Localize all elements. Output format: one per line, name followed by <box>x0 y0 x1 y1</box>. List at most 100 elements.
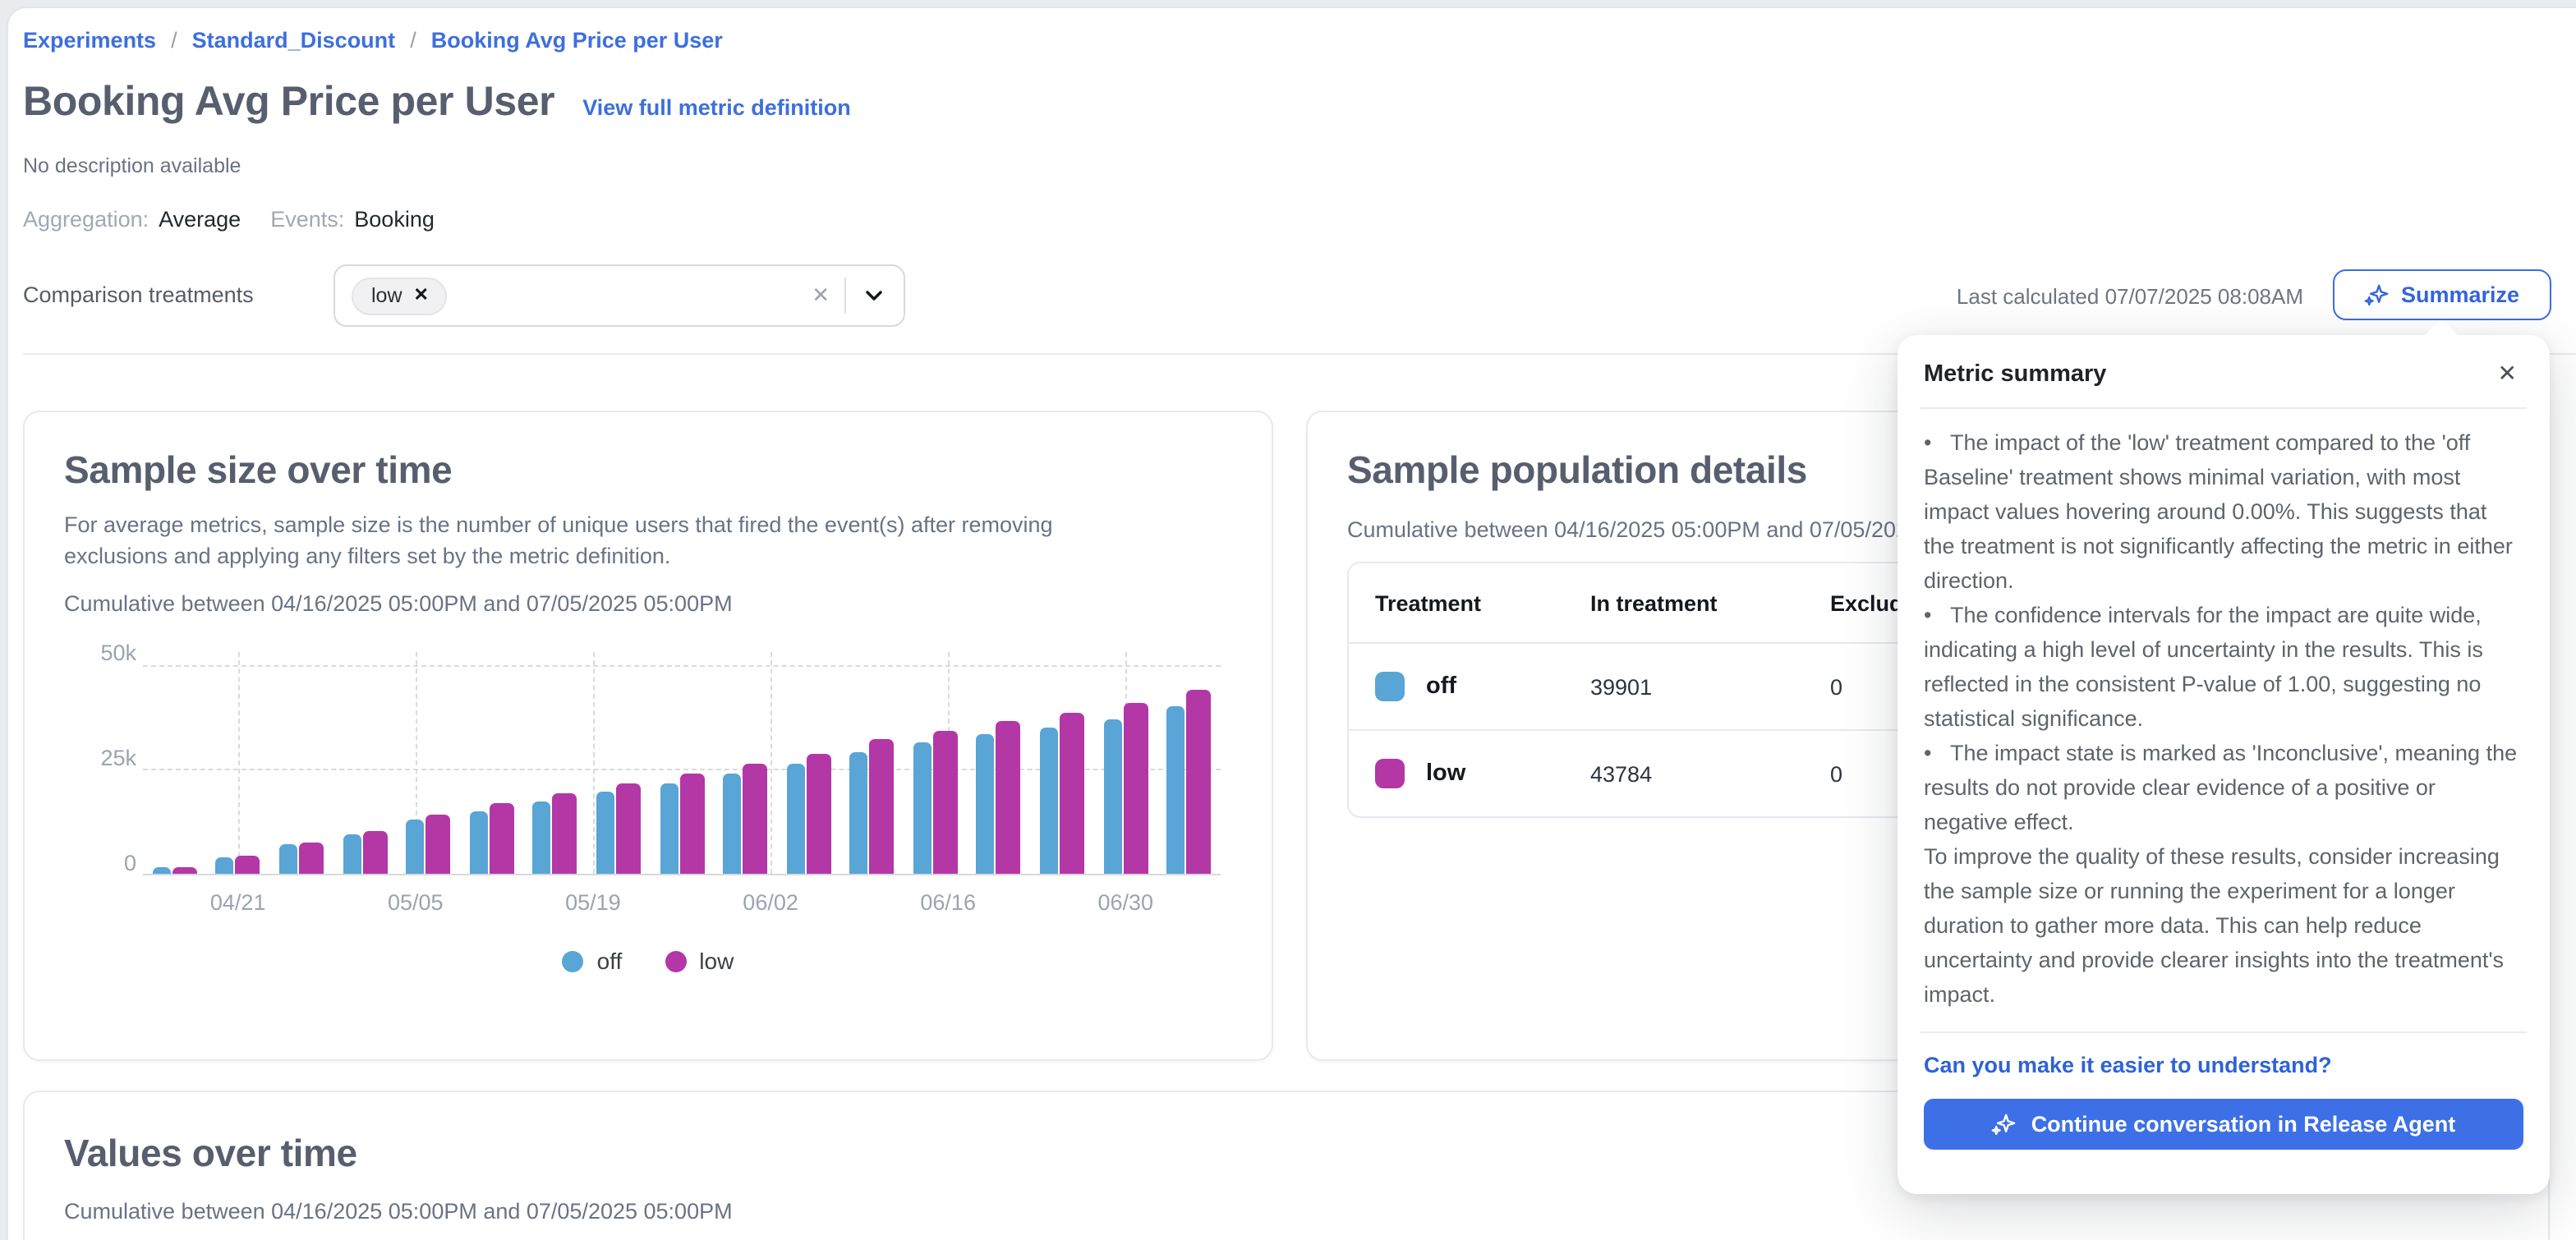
bar-off <box>786 765 804 874</box>
treatment-tag-label: low <box>371 283 402 306</box>
legend-label-off: off <box>597 948 623 974</box>
summary-bullet: The impact state is marked as 'Inconclus… <box>1924 736 2523 839</box>
breadcrumb-separator: / <box>171 28 177 53</box>
treatment-swatch-off <box>1375 672 1405 701</box>
bar-low <box>172 867 197 874</box>
sample-size-title: Sample size over time <box>64 448 1232 493</box>
bar-off <box>343 835 361 874</box>
comparison-treatments-label: Comparison treatments <box>23 282 254 307</box>
remove-tag-icon[interactable]: ✕ <box>414 284 429 305</box>
sparkles-icon <box>2365 282 2390 307</box>
values-cumulative: Cumulative between 04/16/2025 05:00PM an… <box>64 1196 2509 1227</box>
select-controls: ✕ <box>812 278 887 314</box>
legend-label-low: low <box>699 948 734 974</box>
bar-low <box>489 804 513 874</box>
summarize-label: Summarize <box>2401 282 2519 307</box>
aggregation-value: Average <box>159 207 241 232</box>
bar-off <box>406 820 424 874</box>
bar-low <box>679 774 704 874</box>
easier-to-understand-link[interactable]: Can you make it easier to understand? <box>1924 1053 2523 1077</box>
page-title: Booking Avg Price per User <box>23 79 554 126</box>
v-gridline <box>238 652 240 874</box>
x-axis-label: 06/02 <box>743 890 798 915</box>
sample-size-description: For average metrics, sample size is the … <box>64 509 1148 572</box>
chevron-down-icon[interactable] <box>861 282 887 309</box>
legend-item-off[interactable]: off <box>563 948 623 974</box>
bar-off <box>1166 707 1184 874</box>
bar-off <box>596 792 614 874</box>
last-calculated-text: Last calculated 07/07/2025 08:08AM <box>1957 284 2303 309</box>
bar-off <box>533 801 551 874</box>
treatment-tag-low[interactable]: low ✕ <box>352 277 447 315</box>
breadcrumb-experiments[interactable]: Experiments <box>23 28 156 53</box>
legend-item-low[interactable]: low <box>665 948 734 974</box>
select-divider <box>844 278 846 314</box>
bar-off <box>469 811 487 874</box>
treatment-swatch-low <box>1375 759 1405 788</box>
events-label: Events: <box>270 207 344 232</box>
breadcrumb-experiment-name[interactable]: Standard_Discount <box>192 28 396 53</box>
x-axis-label: 05/05 <box>388 890 444 915</box>
bar-low <box>870 739 895 874</box>
breadcrumb: Experiments / Standard_Discount / Bookin… <box>23 28 723 53</box>
sparkles-icon <box>1992 1112 2017 1137</box>
metric-meta-row: Aggregation: Average Events: Booking <box>23 207 454 232</box>
bar-off <box>279 845 297 874</box>
popover-divider <box>1920 407 2527 409</box>
bar-off <box>977 735 995 874</box>
bar-low <box>1060 712 1084 874</box>
clear-selection-icon[interactable]: ✕ <box>812 282 830 309</box>
bar-low <box>933 730 958 874</box>
treatment-multiselect[interactable]: low ✕ ✕ <box>334 264 905 327</box>
breadcrumb-metric-name[interactable]: Booking Avg Price per User <box>431 28 723 53</box>
summary-paragraph: To improve the quality of these results,… <box>1924 839 2523 1012</box>
bar-off <box>723 774 741 874</box>
in-treatment-value: 43784 <box>1564 761 1804 786</box>
metric-summary-popover: Metric summary ✕ The impact of the 'low'… <box>1898 335 2550 1194</box>
bar-off <box>850 753 868 874</box>
title-row: Booking Avg Price per User View full met… <box>23 79 851 126</box>
bar-off <box>216 858 234 874</box>
chart-legend: off low <box>25 948 1272 974</box>
x-axis-label: 06/30 <box>1097 890 1153 915</box>
bar-low <box>616 783 641 874</box>
aggregation-label: Aggregation: <box>23 207 149 232</box>
legend-dot-low <box>665 950 686 971</box>
v-gridline <box>770 652 772 874</box>
legend-dot-off <box>563 950 584 971</box>
bar-low <box>426 815 450 874</box>
breadcrumb-separator: / <box>410 28 416 53</box>
bar-low <box>553 794 577 874</box>
bar-off <box>153 866 171 874</box>
popover-header: Metric summary ✕ <box>1924 356 2523 391</box>
in-treatment-value: 39901 <box>1564 674 1804 699</box>
bar-low <box>806 754 830 874</box>
sample-size-card: Sample size over time For average metric… <box>23 411 1273 1061</box>
bar-low <box>1186 691 1211 874</box>
x-axis-label: 06/16 <box>920 890 976 915</box>
bar-off <box>660 783 678 874</box>
experiment-metric-page: Experiments / Standard_Discount / Bookin… <box>0 0 2576 1240</box>
continue-conversation-button[interactable]: Continue conversation in Release Agent <box>1924 1099 2523 1150</box>
bar-low <box>743 764 767 874</box>
y-axis-label-0: 0 <box>64 851 136 875</box>
h-gridline <box>143 664 1221 666</box>
popover-divider <box>1920 1031 2527 1033</box>
x-axis-label: 04/21 <box>210 890 266 915</box>
bar-off <box>1103 719 1121 874</box>
header-treatment: Treatment <box>1349 590 1564 615</box>
y-axis-label-25k: 25k <box>64 746 136 770</box>
bar-off <box>913 743 932 874</box>
events-value: Booking <box>354 207 435 232</box>
bar-off <box>1040 728 1058 875</box>
bar-low <box>362 831 387 874</box>
summarize-button[interactable]: Summarize <box>2333 269 2551 320</box>
treatment-name: low <box>1426 760 1465 787</box>
sample-size-cumulative: Cumulative between 04/16/2025 05:00PM an… <box>64 588 1148 619</box>
bar-low <box>996 721 1021 874</box>
bar-low <box>1123 703 1148 874</box>
close-icon[interactable]: ✕ <box>2491 356 2523 391</box>
continue-conversation-label: Continue conversation in Release Agent <box>2031 1112 2456 1137</box>
header-in-treatment: In treatment <box>1564 590 1804 615</box>
view-metric-definition-link[interactable]: View full metric definition <box>582 95 851 120</box>
